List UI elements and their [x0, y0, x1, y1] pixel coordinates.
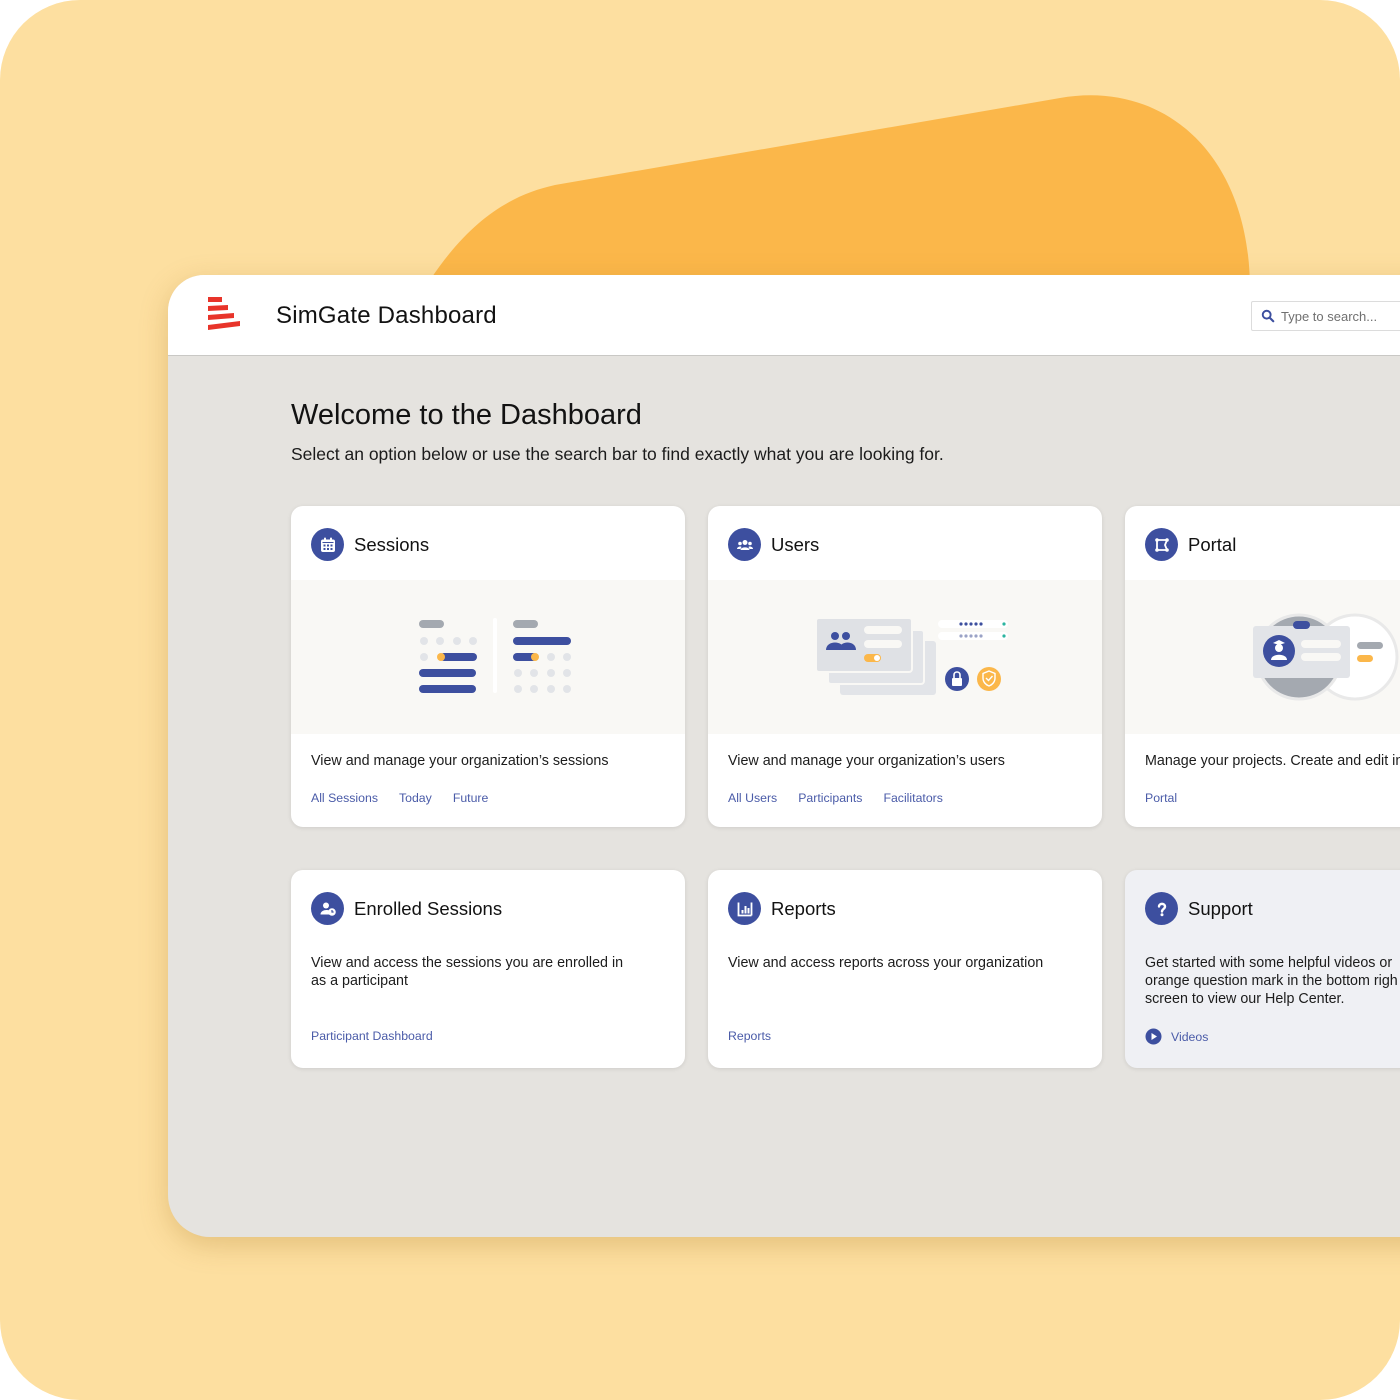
card-title: Support [1188, 897, 1253, 919]
play-icon [1145, 1028, 1162, 1045]
card-support[interactable]: Support Get started with some helpful vi… [1125, 870, 1400, 1068]
card-title: Reports [771, 897, 836, 919]
background-frame: SimGate Dashboard Welcome to the Dashboa… [0, 0, 1400, 1400]
search-input[interactable] [1281, 308, 1400, 324]
top-bar: SimGate Dashboard [168, 275, 1400, 356]
card-portal[interactable]: Portal Manage your projects. Create and … [1125, 506, 1400, 827]
card-sessions[interactable]: Sessions View and manage your organizati… [291, 506, 685, 827]
calendar-icon [311, 528, 344, 561]
card-title: Portal [1188, 533, 1237, 555]
sessions-schedule-illustration [291, 580, 685, 734]
link-facilitators[interactable]: Facilitators [883, 791, 942, 805]
link-all-sessions[interactable]: All Sessions [311, 791, 378, 805]
search-icon [1261, 309, 1275, 323]
app-title: SimGate Dashboard [276, 302, 497, 329]
card-description: Manage your projects. Create and edit in [1145, 753, 1400, 769]
link-future[interactable]: Future [453, 791, 489, 805]
card-reports[interactable]: Reports View and access reports across y… [708, 870, 1102, 1068]
app-window: SimGate Dashboard Welcome to the Dashboa… [168, 275, 1400, 1237]
search-box[interactable] [1251, 301, 1400, 331]
link-today[interactable]: Today [399, 791, 432, 805]
card-description: View and manage your organization’s sess… [311, 753, 609, 769]
page-subtitle: Select an option below or use the search… [291, 444, 944, 464]
portal-frame-icon [1145, 528, 1178, 561]
users-cards-illustration [708, 580, 1102, 734]
users-group-icon [728, 528, 761, 561]
card-title: Users [771, 533, 820, 555]
card-enrolled-sessions[interactable]: Enrolled Sessions View and access the se… [291, 870, 685, 1068]
link-participant-dashboard[interactable]: Participant Dashboard [311, 1029, 433, 1043]
card-description: View and access the sessions you are enr… [311, 955, 624, 989]
question-mark-icon [1145, 892, 1178, 925]
card-description: View and access reports across your orga… [728, 955, 1044, 971]
card-description: Get started with some helpful videos or … [1145, 955, 1398, 1007]
card-title: Enrolled Sessions [354, 897, 503, 919]
card-description: View and manage your organization’s user… [728, 753, 1005, 769]
link-participants[interactable]: Participants [798, 791, 862, 805]
card-users[interactable]: Users View and manage your organization’… [708, 506, 1102, 827]
portal-id-card-illustration [1125, 580, 1400, 734]
user-clock-icon [311, 892, 344, 925]
link-portal[interactable]: Portal [1145, 791, 1177, 805]
card-title: Sessions [354, 533, 430, 555]
link-all-users[interactable]: All Users [728, 791, 777, 805]
page-title: Welcome to the Dashboard [291, 399, 642, 431]
link-reports[interactable]: Reports [728, 1029, 771, 1043]
simgate-logo [208, 297, 240, 330]
link-videos[interactable]: Videos [1145, 1028, 1208, 1045]
bar-chart-icon [728, 892, 761, 925]
